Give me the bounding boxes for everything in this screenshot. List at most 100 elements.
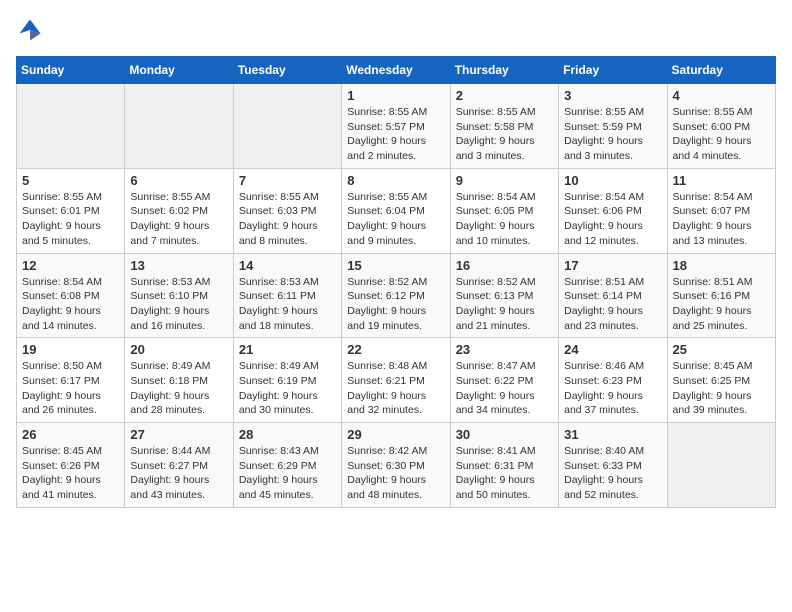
calendar-cell — [233, 84, 341, 169]
calendar-cell: 3 Sunrise: 8:55 AM Sunset: 5:59 PM Daylig… — [559, 84, 667, 169]
day-detail: Sunrise: 8:55 AM Sunset: 5:59 PM Dayligh… — [564, 105, 661, 164]
day-detail: Sunrise: 8:45 AM Sunset: 6:26 PM Dayligh… — [22, 444, 119, 503]
calendar-table: SundayMondayTuesdayWednesdayThursdayFrid… — [16, 56, 776, 508]
day-detail: Sunrise: 8:55 AM Sunset: 6:04 PM Dayligh… — [347, 190, 444, 249]
day-number: 1 — [347, 88, 444, 103]
day-number: 3 — [564, 88, 661, 103]
day-detail: Sunrise: 8:55 AM Sunset: 6:03 PM Dayligh… — [239, 190, 336, 249]
day-number: 13 — [130, 258, 227, 273]
calendar-cell: 14Sunrise: 8:53 AM Sunset: 6:11 PM Dayli… — [233, 253, 341, 338]
day-detail: Sunrise: 8:40 AM Sunset: 6:33 PM Dayligh… — [564, 444, 661, 503]
day-detail: Sunrise: 8:55 AM Sunset: 5:57 PM Dayligh… — [347, 105, 444, 164]
day-number: 24 — [564, 342, 661, 357]
logo-icon — [16, 16, 44, 44]
day-number: 4 — [673, 88, 770, 103]
day-number: 9 — [456, 173, 553, 188]
day-number: 12 — [22, 258, 119, 273]
calendar-cell: 11Sunrise: 8:54 AM Sunset: 6:07 PM Dayli… — [667, 168, 775, 253]
calendar-cell: 31Sunrise: 8:40 AM Sunset: 6:33 PM Dayli… — [559, 423, 667, 508]
calendar-week-row: 19 Sunrise: 8:50 AM Sunset: 6:17 PM Dayli… — [17, 338, 776, 423]
day-number: 7 — [239, 173, 336, 188]
day-detail: Sunrise: 8:54 AM Sunset: 6:08 PM Dayligh… — [22, 275, 119, 334]
calendar-cell: 25 Sunrise: 8:45 AM Sunset: 6:25 PM Dayli… — [667, 338, 775, 423]
day-detail: Sunrise: 8:51 AM Sunset: 6:14 PM Dayligh… — [564, 275, 661, 334]
day-detail: Sunrise: 8:49 AM Sunset: 6:19 PM Dayligh… — [239, 359, 336, 418]
calendar-cell: 7 Sunrise: 8:55 AM Sunset: 6:03 PM Daylig… — [233, 168, 341, 253]
day-detail: Sunrise: 8:55 AM Sunset: 6:02 PM Dayligh… — [130, 190, 227, 249]
day-number: 15 — [347, 258, 444, 273]
day-detail: Sunrise: 8:48 AM Sunset: 6:21 PM Dayligh… — [347, 359, 444, 418]
day-detail: Sunrise: 8:46 AM Sunset: 6:23 PM Dayligh… — [564, 359, 661, 418]
day-detail: Sunrise: 8:55 AM Sunset: 5:58 PM Dayligh… — [456, 105, 553, 164]
day-number: 26 — [22, 427, 119, 442]
weekday-header: Wednesday — [342, 57, 450, 84]
day-detail: Sunrise: 8:45 AM Sunset: 6:25 PM Dayligh… — [673, 359, 770, 418]
calendar-week-row: 26 Sunrise: 8:45 AM Sunset: 6:26 PM Dayli… — [17, 423, 776, 508]
calendar-cell: 13 Sunrise: 8:53 AM Sunset: 6:10 PM Dayli… — [125, 253, 233, 338]
day-number: 22 — [347, 342, 444, 357]
calendar-cell — [667, 423, 775, 508]
day-number: 17 — [564, 258, 661, 273]
day-detail: Sunrise: 8:54 AM Sunset: 6:05 PM Dayligh… — [456, 190, 553, 249]
calendar-week-row: 12 Sunrise: 8:54 AM Sunset: 6:08 PM Dayli… — [17, 253, 776, 338]
calendar-cell: 10 Sunrise: 8:54 AM Sunset: 6:06 PM Dayli… — [559, 168, 667, 253]
day-number: 14 — [239, 258, 336, 273]
day-detail: Sunrise: 8:43 AM Sunset: 6:29 PM Dayligh… — [239, 444, 336, 503]
calendar-cell: 23 Sunrise: 8:47 AM Sunset: 6:22 PM Dayli… — [450, 338, 558, 423]
calendar-body: 1 Sunrise: 8:55 AM Sunset: 5:57 PM Daylig… — [17, 84, 776, 508]
calendar-header: SundayMondayTuesdayWednesdayThursdayFrid… — [17, 57, 776, 84]
calendar-week-row: 5 Sunrise: 8:55 AM Sunset: 6:01 PM Daylig… — [17, 168, 776, 253]
day-number: 8 — [347, 173, 444, 188]
day-number: 18 — [673, 258, 770, 273]
page-header — [16, 16, 776, 44]
day-detail: Sunrise: 8:50 AM Sunset: 6:17 PM Dayligh… — [22, 359, 119, 418]
calendar-cell: 26 Sunrise: 8:45 AM Sunset: 6:26 PM Dayli… — [17, 423, 125, 508]
calendar-cell — [17, 84, 125, 169]
day-number: 20 — [130, 342, 227, 357]
calendar-cell: 27 Sunrise: 8:44 AM Sunset: 6:27 PM Dayli… — [125, 423, 233, 508]
day-detail: Sunrise: 8:44 AM Sunset: 6:27 PM Dayligh… — [130, 444, 227, 503]
weekday-header: Friday — [559, 57, 667, 84]
calendar-cell: 18 Sunrise: 8:51 AM Sunset: 6:16 PM Dayli… — [667, 253, 775, 338]
calendar-cell: 20 Sunrise: 8:49 AM Sunset: 6:18 PM Dayli… — [125, 338, 233, 423]
day-number: 5 — [22, 173, 119, 188]
calendar-cell: 9 Sunrise: 8:54 AM Sunset: 6:05 PM Daylig… — [450, 168, 558, 253]
calendar-cell — [125, 84, 233, 169]
day-number: 23 — [456, 342, 553, 357]
day-detail: Sunrise: 8:47 AM Sunset: 6:22 PM Dayligh… — [456, 359, 553, 418]
day-number: 19 — [22, 342, 119, 357]
calendar-cell: 30 Sunrise: 8:41 AM Sunset: 6:31 PM Dayli… — [450, 423, 558, 508]
day-detail: Sunrise: 8:55 AM Sunset: 6:00 PM Dayligh… — [673, 105, 770, 164]
day-detail: Sunrise: 8:41 AM Sunset: 6:31 PM Dayligh… — [456, 444, 553, 503]
day-number: 2 — [456, 88, 553, 103]
day-number: 25 — [673, 342, 770, 357]
day-detail: Sunrise: 8:55 AM Sunset: 6:01 PM Dayligh… — [22, 190, 119, 249]
calendar-cell: 12 Sunrise: 8:54 AM Sunset: 6:08 PM Dayli… — [17, 253, 125, 338]
calendar-cell: 1 Sunrise: 8:55 AM Sunset: 5:57 PM Daylig… — [342, 84, 450, 169]
calendar-cell: 4 Sunrise: 8:55 AM Sunset: 6:00 PM Daylig… — [667, 84, 775, 169]
calendar-cell: 2 Sunrise: 8:55 AM Sunset: 5:58 PM Daylig… — [450, 84, 558, 169]
day-detail: Sunrise: 8:54 AM Sunset: 6:07 PM Dayligh… — [673, 190, 770, 249]
calendar-cell: 19 Sunrise: 8:50 AM Sunset: 6:17 PM Dayli… — [17, 338, 125, 423]
calendar-cell: 24 Sunrise: 8:46 AM Sunset: 6:23 PM Dayli… — [559, 338, 667, 423]
calendar-week-row: 1 Sunrise: 8:55 AM Sunset: 5:57 PM Daylig… — [17, 84, 776, 169]
day-number: 29 — [347, 427, 444, 442]
weekday-header: Tuesday — [233, 57, 341, 84]
calendar-cell: 15Sunrise: 8:52 AM Sunset: 6:12 PM Dayli… — [342, 253, 450, 338]
day-number: 27 — [130, 427, 227, 442]
calendar-cell: 29 Sunrise: 8:42 AM Sunset: 6:30 PM Dayli… — [342, 423, 450, 508]
day-detail: Sunrise: 8:49 AM Sunset: 6:18 PM Dayligh… — [130, 359, 227, 418]
day-number: 6 — [130, 173, 227, 188]
day-number: 10 — [564, 173, 661, 188]
day-number: 16 — [456, 258, 553, 273]
day-detail: Sunrise: 8:53 AM Sunset: 6:10 PM Dayligh… — [130, 275, 227, 334]
calendar-cell: 16 Sunrise: 8:52 AM Sunset: 6:13 PM Dayli… — [450, 253, 558, 338]
calendar-cell: 17 Sunrise: 8:51 AM Sunset: 6:14 PM Dayli… — [559, 253, 667, 338]
day-number: 21 — [239, 342, 336, 357]
day-detail: Sunrise: 8:42 AM Sunset: 6:30 PM Dayligh… — [347, 444, 444, 503]
day-number: 28 — [239, 427, 336, 442]
day-detail: Sunrise: 8:54 AM Sunset: 6:06 PM Dayligh… — [564, 190, 661, 249]
day-detail: Sunrise: 8:52 AM Sunset: 6:13 PM Dayligh… — [456, 275, 553, 334]
day-detail: Sunrise: 8:51 AM Sunset: 6:16 PM Dayligh… — [673, 275, 770, 334]
day-number: 30 — [456, 427, 553, 442]
